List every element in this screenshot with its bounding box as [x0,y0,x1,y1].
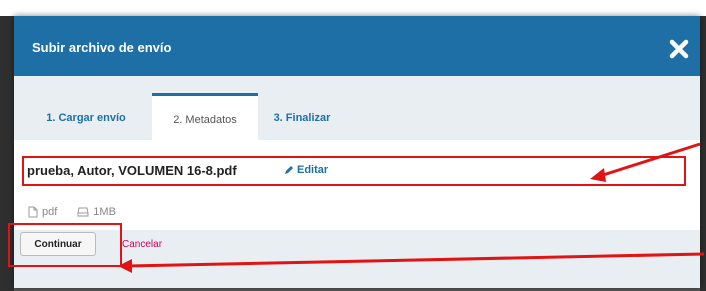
pencil-icon [285,166,293,174]
drive-icon [77,207,89,217]
file-name: prueba, Autor, VOLUMEN 16-8.pdf [27,163,237,178]
file-row: prueba, Autor, VOLUMEN 16-8.pdf Editar [22,156,686,186]
edit-label: Editar [297,164,329,176]
file-icon [28,206,38,218]
file-size-label: 1MB [93,206,116,218]
file-type: pdf [28,206,57,218]
file-size: 1MB [77,206,116,218]
tab-cargar-envio[interactable]: 1. Cargar envío [32,96,140,140]
continue-button[interactable]: Continuar [20,232,96,256]
wizard-tabs: 1. Cargar envío 2. Metadatos 3. Finaliza… [14,76,700,143]
tab-metadatos[interactable]: 2. Metadatos [152,93,258,143]
file-type-label: pdf [42,206,58,218]
file-meta: pdf 1MB [28,206,136,218]
page-right-strip [700,16,706,291]
cancel-link[interactable]: Cancelar [122,239,162,250]
tab-finalizar[interactable]: 3. Finalizar [262,96,342,140]
modal-title: Subir archivo de envío [32,40,172,55]
close-icon[interactable] [668,38,690,60]
page-top-strip [0,0,706,16]
modal-header: Subir archivo de envío [14,16,700,76]
edit-link[interactable]: Editar [284,164,328,176]
